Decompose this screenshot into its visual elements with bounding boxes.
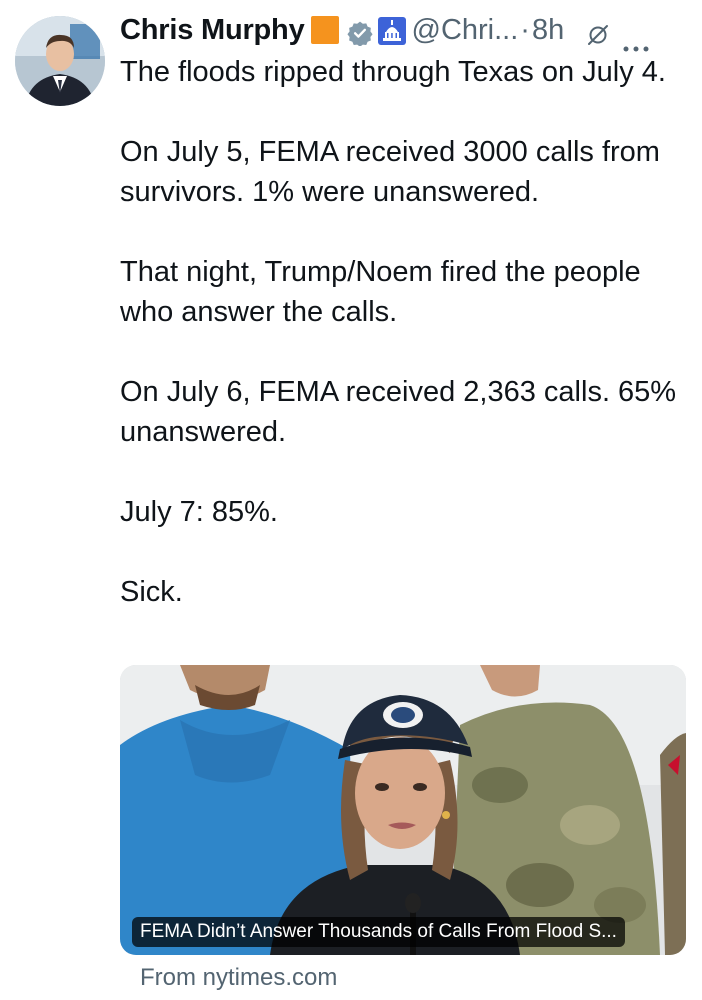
timestamp[interactable]: 8h [532, 10, 564, 50]
tweet[interactable]: Chris Murphy @Chri... · 8h The floods ri… [0, 0, 702, 1000]
card-headline[interactable]: FEMA Didn’t Answer Thousands of Calls Fr… [132, 917, 625, 947]
author-handle[interactable]: @Chri... [412, 10, 519, 50]
tweet-paragraph: On July 5, FEMA received 3000 calls from… [120, 136, 660, 208]
capitol-building-icon[interactable] [377, 16, 406, 45]
tweet-paragraph: That night, Trump/Noem fired the people … [120, 256, 641, 328]
verified-badge-icon[interactable] [346, 17, 373, 47]
tweet-paragraph: Sick. [120, 576, 183, 608]
tweet-paragraph: The floods ripped through Texas on July … [120, 56, 666, 88]
author-name[interactable]: Chris Murphy [120, 10, 305, 50]
card-image [120, 665, 686, 955]
tweet-paragraph: On July 6, FEMA received 2,363 calls. 65… [120, 376, 677, 448]
tweet-text: The floods ripped through Texas on July … [120, 52, 685, 612]
avatar[interactable] [15, 16, 105, 106]
more-options-icon[interactable] [622, 25, 650, 52]
orange-square-badge-icon [310, 16, 339, 44]
grok-icon[interactable] [586, 18, 610, 45]
card-source[interactable]: From nytimes.com [140, 962, 337, 994]
tweet-header: Chris Murphy @Chri... · 8h [120, 10, 650, 52]
separator-dot: · [520, 14, 530, 46]
link-card[interactable]: FEMA Didn’t Answer Thousands of Calls Fr… [120, 665, 686, 955]
tweet-paragraph: July 7: 85%. [120, 496, 278, 528]
